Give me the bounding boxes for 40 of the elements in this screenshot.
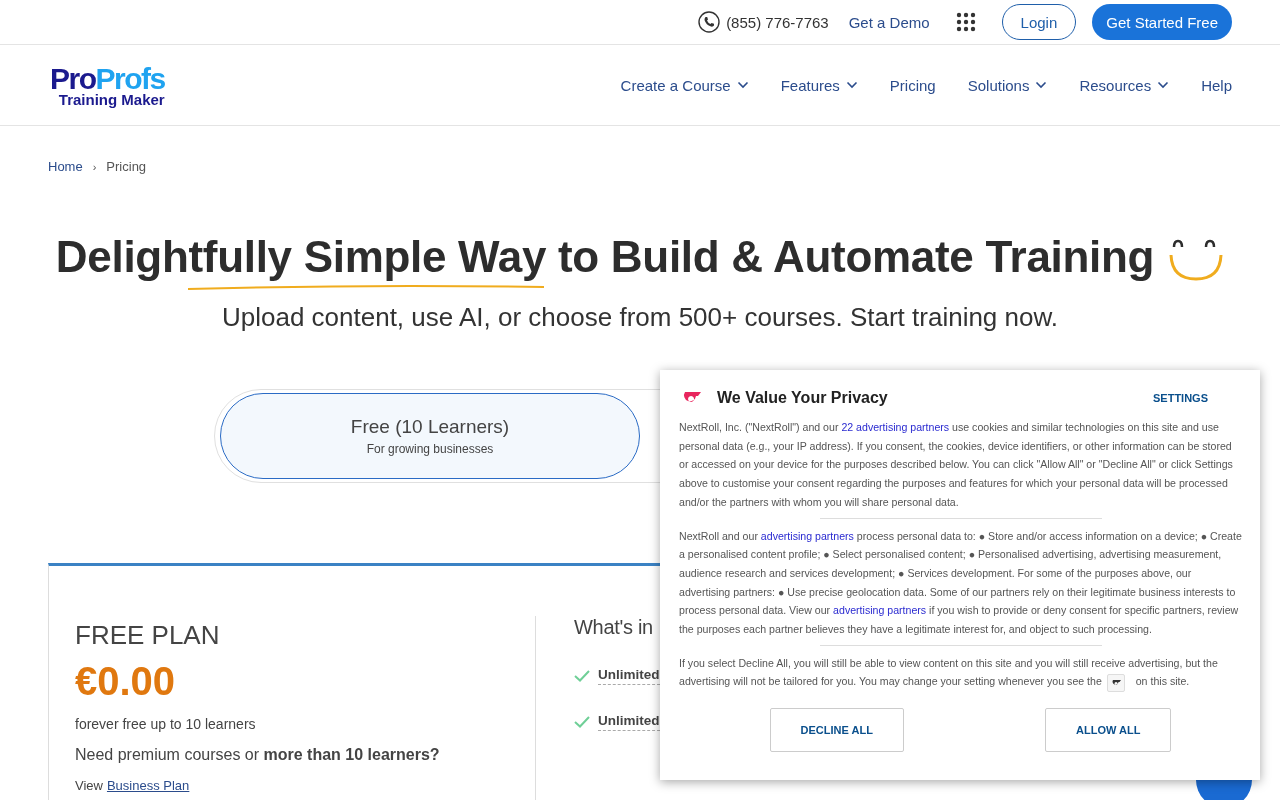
- page-subtitle: Upload content, use AI, or choose from 500+ courses. Start training now.: [220, 302, 1060, 333]
- breadcrumb-link[interactable]: Home: [48, 159, 83, 174]
- phone-number[interactable]: (855) 776-7763: [726, 13, 829, 31]
- allow-button[interactable]: ALLOW ALL: [1045, 707, 1172, 752]
- settings-button[interactable]: SETTINGS: [1147, 391, 1214, 405]
- page-heading: Delightfully Simple Way to Build & Automate Training: [55, 232, 1155, 282]
- nav-item[interactable]: Help: [1201, 76, 1232, 94]
- partners-link[interactable]: advertising partners: [833, 604, 927, 617]
- nav-item[interactable]: Resources: [1079, 76, 1170, 94]
- view-label: View: [75, 778, 103, 793]
- consent-paragraph: NextRoll and our advertising partners process personal data to: ● Store and/or access information on a device; ● Create a personalised content profile; ● Select personalised content; ● Personalised advertising, advertising measurement, audience research and services development; ● Services development. For some of the purposes above, our advertising partners: ● Use precise geolocation data. Some of our partners rely on their legitimate business interests to process personal data. View our advertising partners if you wish to provide or deny consent for specific partners, review the purposes each partner believes they have a legitimate interest for, and object to such processing.: [679, 528, 1242, 638]
- features-heading: What's in: [574, 616, 654, 639]
- check-icon: [574, 670, 590, 682]
- consent-paragraph: If you select Decline All, you will still be able to view content on this site and you will still receive advertising, but the advertising will not be tailored for you. You may change your setting whenever you see the on this site.: [679, 653, 1242, 692]
- business-plan-link[interactable]: Business Plan: [106, 778, 190, 793]
- plan-option[interactable]: Free (10 Learners) For growing businesses: [220, 393, 640, 479]
- partners-link[interactable]: advertising partners: [760, 529, 854, 542]
- phone-icon: [698, 11, 721, 33]
- plan-name: FREE PLAN: [75, 620, 221, 651]
- feature-label: Unlimited: [598, 667, 660, 685]
- demo-link[interactable]: Get a Demo: [848, 13, 930, 31]
- partners-link[interactable]: 22 advertising partners: [841, 421, 950, 433]
- breadcrumb-separator: ›: [92, 160, 97, 173]
- plan-note: forever free up to 10 learners: [75, 716, 257, 732]
- nav-item[interactable]: Pricing: [889, 76, 936, 94]
- upsell-text: Need premium courses or more than 10 learners?: [75, 746, 441, 764]
- get-started-button[interactable]: Get Started Free: [1092, 4, 1232, 40]
- decline-button[interactable]: DECLINE ALL: [769, 707, 904, 752]
- dialog-title: We Value Your Privacy: [717, 389, 888, 407]
- logo[interactable]: ProProfs Training Maker: [50, 63, 165, 107]
- nav-item[interactable]: Create a Course: [620, 76, 749, 94]
- check-icon: [574, 716, 590, 728]
- consent-paragraph: NextRoll, Inc. ("NextRoll") and our 22 advertising partners use cookies and similar technologies on this site and use personal data (e.g., your IP address). If you consent, the cookies, device identifiers, or other information can be stored or accessed on your device for the purposes described below. You can click "Allow All" or "Decline All" or click Settings above to customise your consent regarding the purposes and features for which your personal data will be processed and/or the partners with whom you will share personal data.: [679, 420, 1234, 510]
- nav-item[interactable]: Solutions: [967, 76, 1048, 94]
- breadcrumb-current: Pricing: [106, 159, 147, 174]
- feature-label: Unlimited: [598, 713, 660, 731]
- login-button[interactable]: Login: [1001, 4, 1077, 40]
- apps-grid-icon[interactable]: [955, 12, 976, 32]
- nav-item[interactable]: Features: [780, 76, 858, 94]
- plan-price: €0.00: [75, 659, 177, 704]
